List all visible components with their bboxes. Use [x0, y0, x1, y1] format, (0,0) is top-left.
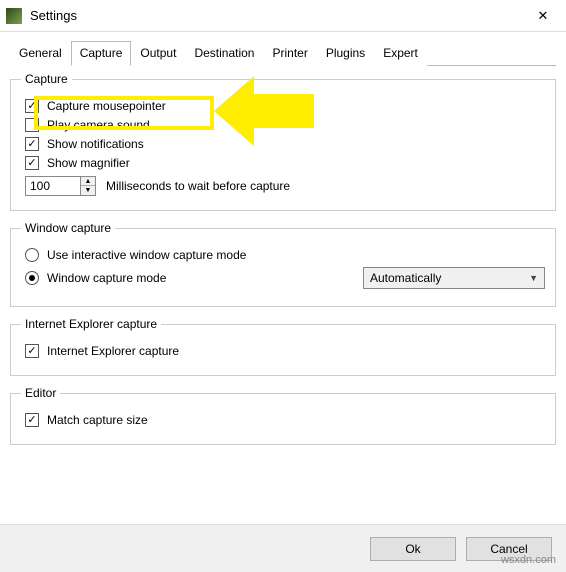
- combo-value: Automatically: [370, 271, 529, 285]
- label-match-size: Match capture size: [47, 413, 148, 427]
- close-button[interactable]: ✕: [520, 0, 566, 32]
- input-ms[interactable]: [25, 176, 81, 196]
- label-camera-sound: Play camera sound: [47, 118, 150, 132]
- dialog-content: General Capture Output Destination Print…: [0, 32, 566, 465]
- checkbox-mousepointer[interactable]: [25, 99, 39, 113]
- tab-plugins[interactable]: Plugins: [317, 41, 374, 66]
- group-editor-legend: Editor: [21, 386, 60, 400]
- tab-strip: General Capture Output Destination Print…: [10, 40, 556, 66]
- window-title: Settings: [30, 8, 520, 23]
- label-magnifier: Show magnifier: [47, 156, 130, 170]
- chevron-down-icon: ▼: [529, 273, 538, 283]
- tab-destination[interactable]: Destination: [185, 41, 263, 66]
- label-mousepointer: Capture mousepointer: [47, 99, 166, 113]
- label-interactive-mode: Use interactive window capture mode: [47, 248, 246, 262]
- radio-window-capture-mode[interactable]: [25, 271, 39, 285]
- group-editor: Editor Match capture size: [10, 386, 556, 445]
- spinner-down-icon[interactable]: ▼: [81, 186, 95, 195]
- radio-interactive-mode[interactable]: [25, 248, 39, 262]
- button-bar: Ok Cancel: [0, 524, 566, 572]
- checkbox-notifications[interactable]: [25, 137, 39, 151]
- tab-expert[interactable]: Expert: [374, 41, 427, 66]
- watermark: wsxdn.com: [501, 554, 556, 566]
- group-capture: Capture Capture mousepointer Play camera…: [10, 72, 556, 211]
- title-bar: Settings ✕: [0, 0, 566, 32]
- group-window-capture: Window capture Use interactive window ca…: [10, 221, 556, 307]
- label-window-capture-mode: Window capture mode: [47, 271, 166, 285]
- group-ie-capture-legend: Internet Explorer capture: [21, 317, 161, 331]
- checkbox-magnifier[interactable]: [25, 156, 39, 170]
- group-capture-legend: Capture: [21, 72, 72, 86]
- tab-output[interactable]: Output: [131, 41, 185, 66]
- app-icon: [6, 8, 22, 24]
- label-notifications: Show notifications: [47, 137, 144, 151]
- checkbox-ie-capture[interactable]: [25, 344, 39, 358]
- spinner-ms[interactable]: ▲ ▼: [25, 176, 96, 196]
- group-window-capture-legend: Window capture: [21, 221, 115, 235]
- ok-button[interactable]: Ok: [370, 537, 456, 561]
- label-ms: Milliseconds to wait before capture: [106, 179, 290, 193]
- close-icon: ✕: [538, 8, 549, 24]
- group-ie-capture: Internet Explorer capture Internet Explo…: [10, 317, 556, 376]
- tab-printer[interactable]: Printer: [263, 41, 316, 66]
- label-ie-capture: Internet Explorer capture: [47, 344, 179, 358]
- tab-general[interactable]: General: [10, 41, 71, 66]
- tab-capture[interactable]: Capture: [71, 41, 132, 66]
- combo-capture-mode[interactable]: Automatically ▼: [363, 267, 545, 289]
- checkbox-camera-sound[interactable]: [25, 118, 39, 132]
- checkbox-match-size[interactable]: [25, 413, 39, 427]
- spinner-up-icon[interactable]: ▲: [81, 177, 95, 186]
